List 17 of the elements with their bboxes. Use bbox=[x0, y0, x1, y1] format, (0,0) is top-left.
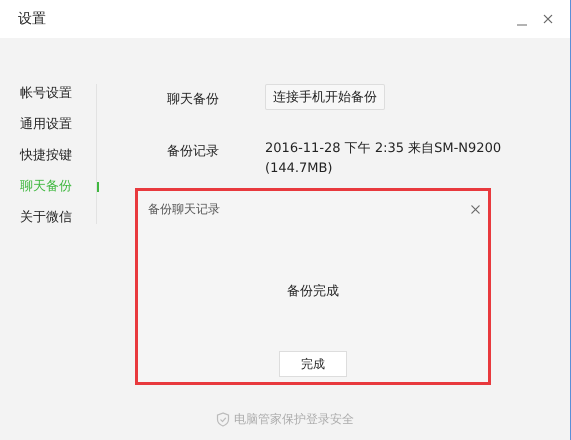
close-icon[interactable] bbox=[471, 205, 480, 214]
sidebar-item[interactable]: 通用设置 bbox=[20, 115, 96, 134]
dialog-title: 备份聊天记录 bbox=[148, 201, 221, 218]
window-title: 设置 bbox=[18, 10, 47, 28]
backup-record-text: 2016-11-28 下午 2:35 来自SM-N9200 (144.7MB) bbox=[265, 140, 502, 178]
dialog-message: 备份完成 bbox=[286, 283, 340, 300]
sidebar-item[interactable]: 关于微信 bbox=[20, 208, 96, 227]
setting-label: 备份记录 bbox=[167, 143, 220, 160]
sidebar-item[interactable]: 快捷按键 bbox=[20, 146, 96, 165]
done-button[interactable]: 完成 bbox=[279, 351, 347, 377]
setting-label: 聊天备份 bbox=[167, 91, 220, 108]
close-icon bbox=[543, 14, 553, 24]
shield-icon bbox=[216, 412, 230, 427]
start-backup-button[interactable]: 连接手机开始备份 bbox=[265, 84, 385, 110]
security-note: 电脑管家保护登录安全 bbox=[234, 411, 354, 428]
minimize-icon bbox=[517, 24, 527, 26]
sidebar-item[interactable]: 帐号设置 bbox=[20, 84, 96, 103]
